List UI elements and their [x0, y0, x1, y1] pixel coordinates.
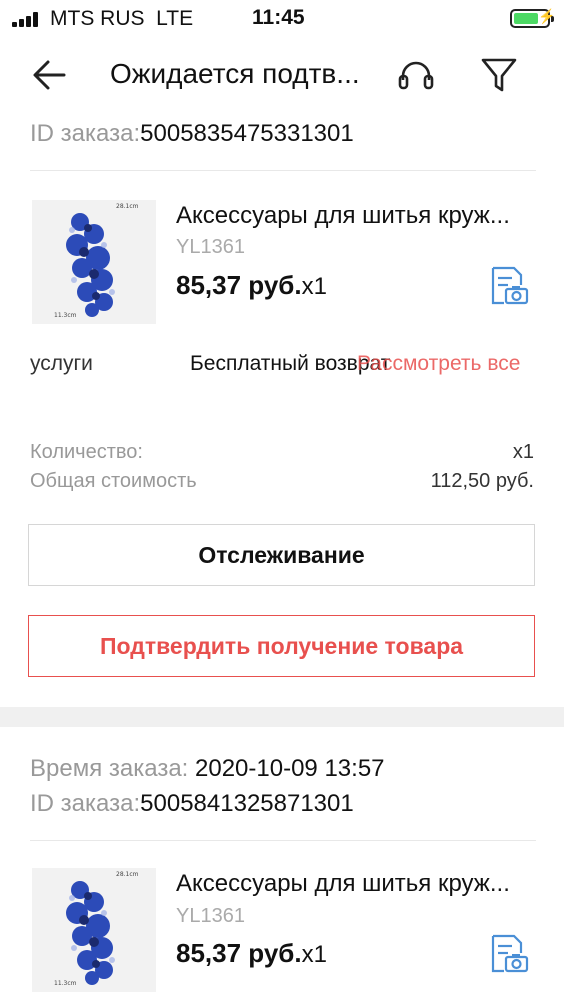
quantity-value: x1 — [512, 441, 534, 463]
section-separator — [0, 707, 564, 727]
view-all-services-link[interactable]: Рассмотреть все — [357, 352, 520, 376]
product-thumbnail[interactable]: 28.1cm 11.3cm — [32, 868, 156, 992]
order-id-row: ID заказа:5005835475331301 — [30, 120, 354, 147]
divider — [30, 170, 536, 171]
product-title[interactable]: Аксессуары для шитья круж... — [176, 870, 510, 898]
product-sku: YL1361 — [176, 236, 245, 258]
order-id-row: ID заказа:5005841325871301 — [30, 790, 354, 817]
page-title: Ожидается подтв... — [110, 58, 360, 89]
total-label: Общая стоимость — [30, 470, 197, 492]
confirm-receipt-button[interactable]: Подтвердить получение товара — [28, 615, 535, 677]
tracking-button[interactable]: Отслеживание — [28, 524, 535, 586]
divider — [30, 840, 536, 841]
services-label: услуги — [30, 352, 93, 375]
back-arrow-icon[interactable] — [30, 56, 68, 94]
filter-funnel-icon[interactable] — [480, 56, 518, 94]
svg-text:28.1cm: 28.1cm — [116, 871, 139, 878]
product-title[interactable]: Аксессуары для шитья круж... — [176, 202, 510, 230]
snapshot-icon[interactable] — [488, 265, 530, 307]
order-time-row: Время заказа: 2020-10-09 13:57 — [30, 755, 385, 782]
product-price: 85,37 руб.x1 — [176, 270, 327, 300]
total-value: 112,50 руб. — [430, 470, 534, 492]
svg-text:11.3cm: 11.3cm — [54, 312, 77, 319]
product-thumbnail[interactable]: 28.1cm 11.3cm — [32, 200, 156, 324]
svg-text:11.3cm: 11.3cm — [54, 980, 77, 987]
snapshot-icon[interactable] — [488, 933, 530, 975]
svg-text:28.1cm: 28.1cm — [116, 203, 139, 210]
battery-icon: ⚡ — [510, 8, 555, 28]
quantity-label: Количество: — [30, 441, 143, 463]
product-price: 85,37 руб.x1 — [176, 938, 327, 968]
product-sku: YL1361 — [176, 905, 245, 927]
signal-icon — [12, 11, 42, 27]
carrier-label: MTS RUS LTE — [50, 7, 194, 30]
headset-icon[interactable] — [396, 56, 436, 96]
status-bar: MTS RUS LTE 11:45 ⚡ — [0, 0, 564, 38]
clock: 11:45 — [252, 6, 305, 29]
